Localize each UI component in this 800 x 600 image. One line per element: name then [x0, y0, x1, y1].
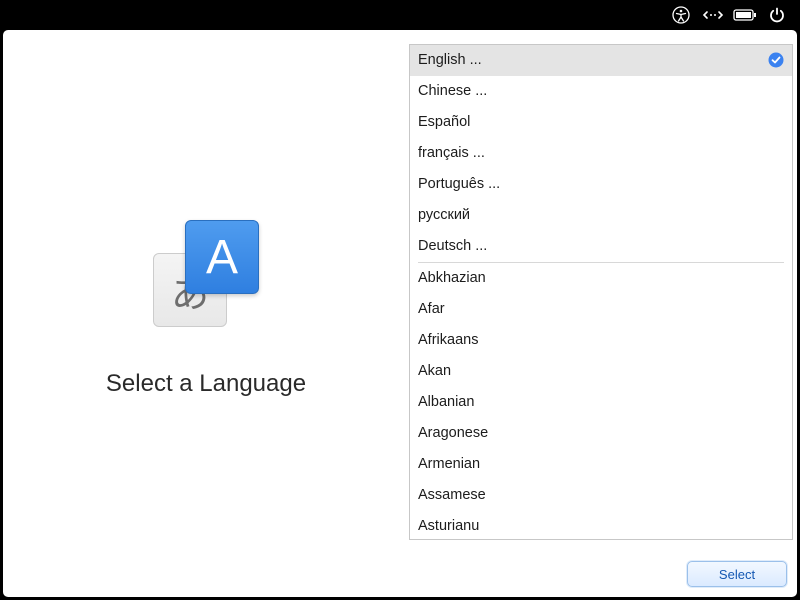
language-row[interactable]: Español [410, 107, 792, 138]
language-row[interactable]: русский [410, 200, 792, 231]
page-title: Select a Language [3, 370, 409, 398]
language-row[interactable]: Assamese [410, 480, 792, 511]
language-row[interactable]: Armenian [410, 449, 792, 480]
language-row[interactable]: Afar [410, 294, 792, 325]
language-icon: あ A [153, 220, 261, 328]
language-row[interactable]: Akan [410, 356, 792, 387]
language-list[interactable]: English ...Chinese ...Españolfrançais ..… [409, 44, 793, 540]
accessibility-icon[interactable] [668, 2, 694, 28]
language-row[interactable]: Chinese ... [410, 76, 792, 107]
select-button[interactable]: Select [687, 561, 787, 587]
language-row[interactable]: français ... [410, 138, 792, 169]
voiceover-icon[interactable] [700, 2, 726, 28]
language-row[interactable]: Português ... [410, 169, 792, 200]
language-row[interactable]: Asturianu [410, 511, 792, 540]
checkmark-icon [768, 52, 784, 68]
language-row[interactable]: Abkhazian [410, 263, 792, 294]
language-row[interactable]: Aragonese [410, 418, 792, 449]
installer-window: あ A Select a Language English ...Chinese… [3, 30, 797, 597]
language-tile-front: A [185, 220, 259, 294]
power-icon[interactable] [764, 2, 790, 28]
language-row[interactable]: Deutsch ... [410, 231, 792, 262]
language-row[interactable]: Afrikaans [410, 325, 792, 356]
battery-icon[interactable] [732, 2, 758, 28]
language-row[interactable]: English ... [410, 45, 792, 76]
menubar [0, 0, 800, 30]
language-row[interactable]: Albanian [410, 387, 792, 418]
